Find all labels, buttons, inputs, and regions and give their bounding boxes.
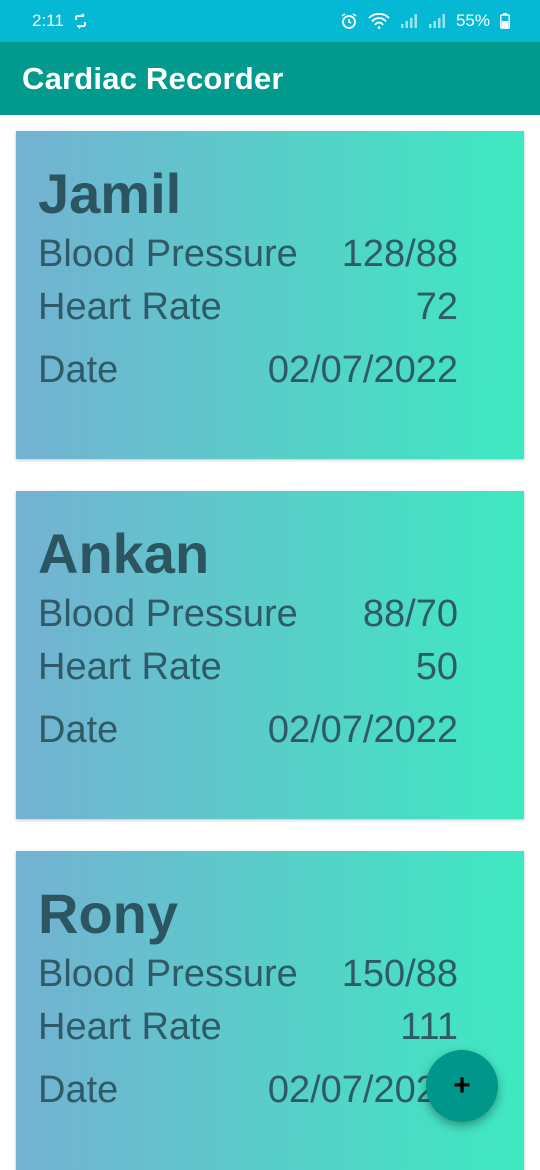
record-name: Rony: [38, 882, 178, 945]
date-row: Date 02/07/2022: [38, 709, 458, 752]
add-icon: +: [453, 1069, 471, 1102]
blood-pressure-row: Blood Pressure 88/70: [38, 593, 458, 636]
date-value: 02/07/2022: [267, 709, 458, 751]
heart-rate-value: 111: [400, 1006, 458, 1048]
blood-pressure-label: Blood Pressure: [38, 593, 298, 635]
blood-pressure-row: Blood Pressure 128/88: [38, 233, 458, 276]
heart-rate-row: Heart Rate 50: [38, 646, 458, 689]
heart-rate-row: Heart Rate 72: [38, 286, 458, 329]
date-label: Date: [38, 349, 119, 391]
record-card[interactable]: Jamil Blood Pressure 128/88 Heart Rate 7…: [16, 131, 524, 459]
add-record-button[interactable]: +: [426, 1050, 498, 1122]
status-bar-right: 55%: [340, 11, 510, 31]
app-bar: Cardiac Recorder: [0, 42, 540, 115]
app-title: Cardiac Recorder: [22, 60, 284, 96]
date-row: Date 02/07/2022: [38, 1069, 458, 1112]
heart-rate-label: Heart Rate: [38, 1006, 222, 1048]
battery-icon: [500, 13, 510, 29]
signal-icon: [428, 13, 446, 29]
record-name: Jamil: [38, 162, 182, 225]
blood-pressure-label: Blood Pressure: [38, 233, 298, 275]
alarm-icon: [340, 12, 358, 30]
status-bar: 2:11 55%: [0, 0, 540, 42]
date-value: 02/07/2022: [267, 349, 458, 391]
heart-rate-label: Heart Rate: [38, 646, 222, 688]
date-label: Date: [38, 1069, 119, 1111]
date-label: Date: [38, 709, 119, 751]
blood-pressure-row: Blood Pressure 150/88: [38, 953, 458, 996]
record-card[interactable]: Ankan Blood Pressure 88/70 Heart Rate 50…: [16, 491, 524, 819]
battery-percent: 55%: [455, 11, 490, 30]
records-list[interactable]: Jamil Blood Pressure 128/88 Heart Rate 7…: [0, 115, 540, 1170]
signal-icon: [400, 13, 418, 29]
heart-rate-label: Heart Rate: [38, 286, 222, 328]
heart-rate-row: Heart Rate 111: [38, 1006, 458, 1049]
heart-rate-value: 50: [415, 646, 458, 688]
record-card[interactable]: Rony Blood Pressure 150/88 Heart Rate 11…: [16, 851, 524, 1170]
status-time: 2:11: [32, 11, 64, 30]
status-bar-left: 2:11: [32, 11, 88, 31]
wifi-icon: [368, 13, 390, 29]
blood-pressure-label: Blood Pressure: [38, 953, 298, 995]
blood-pressure-value: 128/88: [341, 233, 458, 275]
blood-pressure-value: 150/88: [341, 953, 458, 995]
sync-icon: [74, 13, 88, 29]
date-row: Date 02/07/2022: [38, 349, 458, 392]
blood-pressure-value: 88/70: [362, 593, 458, 635]
record-name: Ankan: [38, 522, 210, 585]
heart-rate-value: 72: [415, 286, 458, 328]
